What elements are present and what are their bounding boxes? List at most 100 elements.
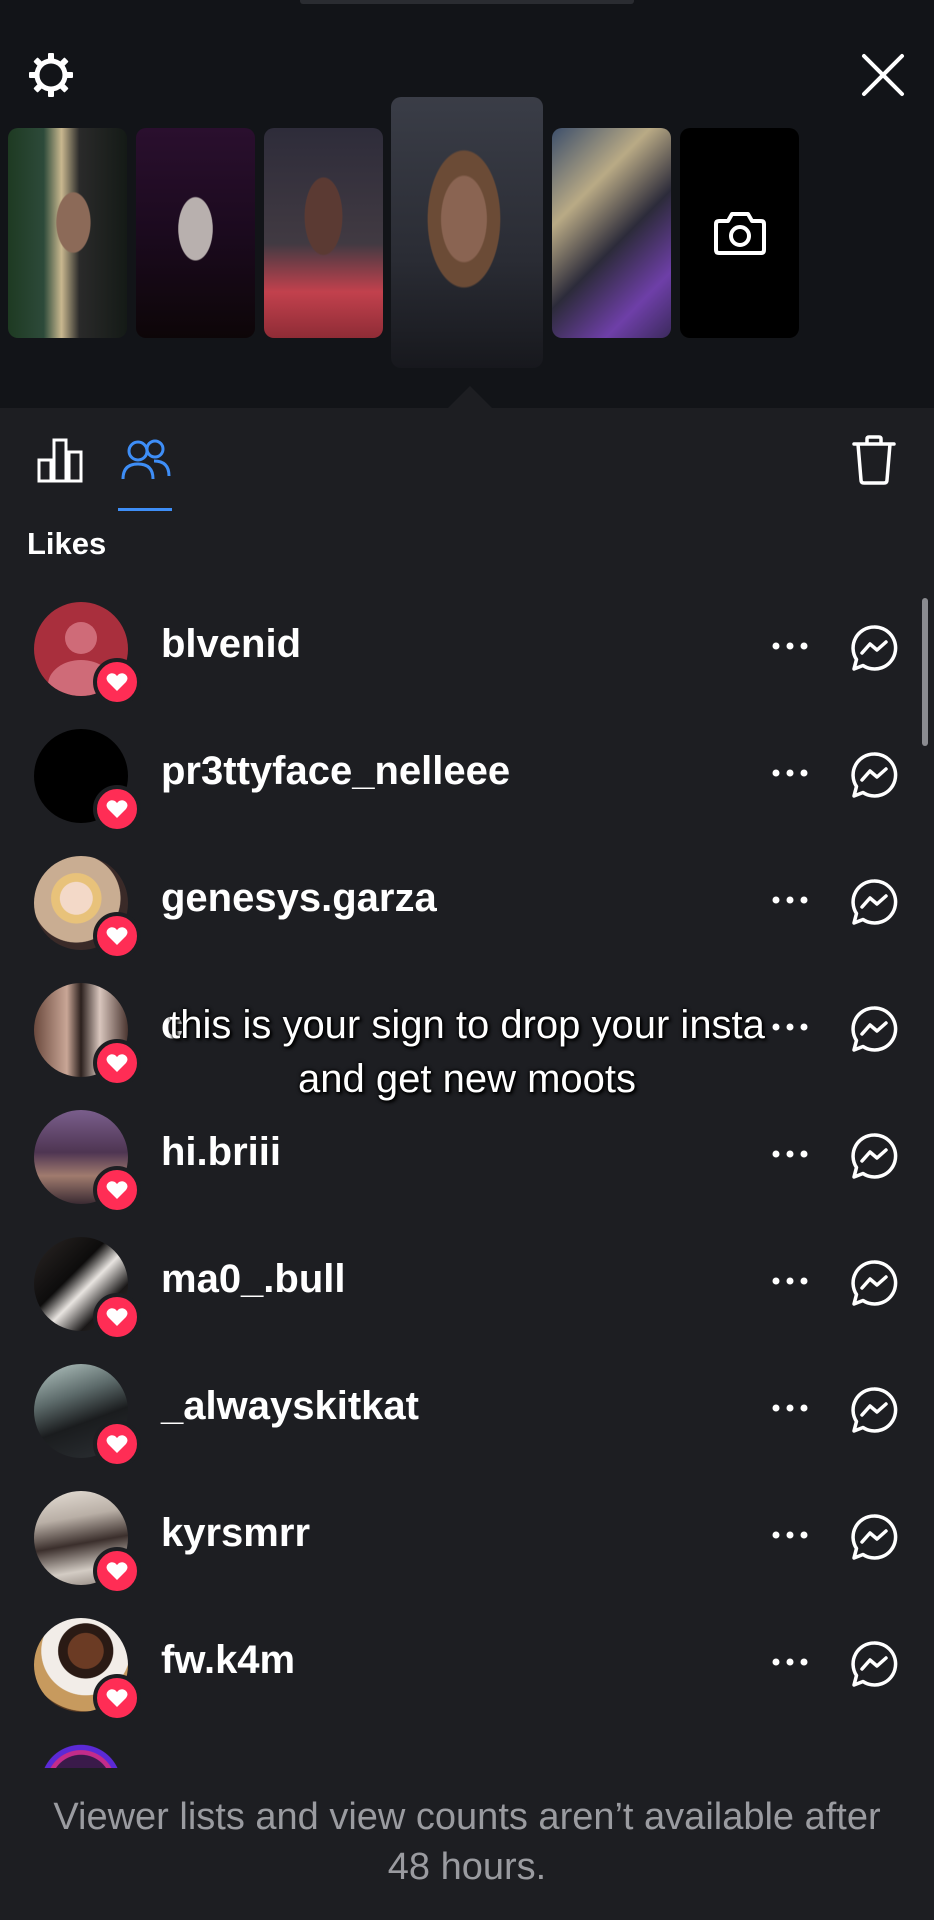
username[interactable]: blvenid bbox=[161, 620, 301, 668]
caption-overlay: this is your sign to drop your insta and… bbox=[169, 1003, 765, 1101]
story-thumbnail[interactable] bbox=[264, 128, 383, 338]
message-button[interactable] bbox=[848, 1511, 900, 1563]
heart-icon bbox=[106, 800, 128, 818]
heart-icon bbox=[106, 1689, 128, 1707]
username[interactable]: kyrsmrr bbox=[161, 1509, 310, 1557]
message-button[interactable] bbox=[848, 876, 900, 928]
messenger-icon bbox=[851, 1133, 898, 1179]
username[interactable]: hi.briii bbox=[161, 1128, 281, 1176]
message-button[interactable] bbox=[848, 749, 900, 801]
active-tab-indicator bbox=[118, 508, 172, 511]
heart-badge bbox=[93, 1293, 141, 1341]
story-viewers-screen: Likes blvenid pr3ttyface_nelleee genesys… bbox=[0, 0, 934, 1920]
viewer-list[interactable]: blvenid pr3ttyface_nelleee genesys.garza… bbox=[0, 582, 934, 1768]
more-dots-icon bbox=[772, 896, 808, 904]
story-thumbnail[interactable] bbox=[552, 128, 671, 338]
story-thumbnail-selected[interactable] bbox=[391, 97, 543, 368]
more-options-button[interactable] bbox=[764, 878, 816, 922]
heart-icon bbox=[106, 927, 128, 945]
message-button[interactable] bbox=[848, 1384, 900, 1436]
more-options-button[interactable] bbox=[764, 1132, 816, 1176]
tab-viewers[interactable] bbox=[116, 432, 176, 488]
settings-button[interactable] bbox=[22, 46, 80, 104]
list-item[interactable]: hi.briii bbox=[0, 1090, 934, 1217]
add-story-camera-button[interactable] bbox=[680, 128, 799, 338]
heart-badge bbox=[93, 785, 141, 833]
username[interactable]: ma0_.bull bbox=[161, 1255, 346, 1303]
heart-icon bbox=[106, 1562, 128, 1580]
more-dots-icon bbox=[772, 1277, 808, 1285]
delete-story-button[interactable] bbox=[846, 432, 902, 488]
avatar[interactable] bbox=[34, 729, 141, 833]
section-title: Likes bbox=[27, 526, 107, 561]
people-icon bbox=[121, 439, 171, 480]
more-options-button[interactable] bbox=[764, 1513, 816, 1557]
avatar bbox=[34, 1738, 128, 1768]
heart-badge bbox=[93, 1674, 141, 1722]
message-button[interactable] bbox=[848, 1638, 900, 1690]
avatar[interactable] bbox=[34, 1618, 141, 1722]
heart-badge bbox=[93, 658, 141, 706]
list-scrollbar[interactable] bbox=[922, 598, 928, 746]
messenger-icon bbox=[851, 879, 898, 925]
messenger-icon bbox=[851, 752, 898, 798]
avatar[interactable] bbox=[34, 856, 141, 960]
story-thumbnail[interactable] bbox=[8, 128, 127, 338]
username[interactable]: _alwayskitkat bbox=[161, 1382, 419, 1430]
messenger-icon bbox=[851, 1260, 898, 1306]
avatar[interactable] bbox=[34, 983, 141, 1087]
message-button[interactable] bbox=[848, 1003, 900, 1055]
avatar[interactable] bbox=[34, 1237, 141, 1341]
avatar[interactable] bbox=[34, 1491, 141, 1595]
more-dots-icon bbox=[772, 1404, 808, 1412]
message-button[interactable] bbox=[848, 1130, 900, 1182]
more-dots-icon bbox=[772, 642, 808, 650]
story-thumbnail[interactable] bbox=[136, 128, 255, 338]
gear-icon bbox=[29, 53, 73, 97]
more-dots-icon bbox=[772, 1531, 808, 1539]
list-item[interactable]: genesys.garza bbox=[0, 836, 934, 963]
tab-insights[interactable] bbox=[32, 432, 88, 488]
list-item[interactable]: ma0_.bull bbox=[0, 1217, 934, 1344]
messenger-icon bbox=[851, 1514, 898, 1560]
close-button[interactable] bbox=[854, 46, 912, 104]
drag-handle bbox=[300, 0, 634, 4]
footer-note: Viewer lists and view counts aren’t avai… bbox=[53, 1796, 881, 1888]
more-options-button[interactable] bbox=[764, 1259, 816, 1303]
heart-icon bbox=[106, 1054, 128, 1072]
list-item[interactable]: kyrsmrr bbox=[0, 1471, 934, 1598]
heart-badge bbox=[93, 1420, 141, 1468]
close-icon bbox=[862, 54, 904, 96]
message-button[interactable] bbox=[848, 622, 900, 674]
heart-badge bbox=[93, 1166, 141, 1214]
more-options-button[interactable] bbox=[764, 751, 816, 795]
trash-icon bbox=[852, 435, 896, 485]
more-options-button[interactable] bbox=[764, 624, 816, 668]
list-item[interactable]: pr3ttyface_nelleee bbox=[0, 709, 934, 836]
story-thumbnail-strip bbox=[0, 0, 934, 408]
more-dots-icon bbox=[772, 769, 808, 777]
avatar[interactable] bbox=[34, 602, 141, 706]
bar-chart-icon bbox=[37, 438, 83, 483]
list-item[interactable]: _alwayskitkat bbox=[0, 1344, 934, 1471]
username[interactable]: pr3ttyface_nelleee bbox=[161, 747, 510, 795]
heart-badge bbox=[93, 912, 141, 960]
selected-pointer bbox=[448, 386, 492, 408]
heart-icon bbox=[106, 1435, 128, 1453]
messenger-icon bbox=[851, 1006, 898, 1052]
heart-icon bbox=[106, 1181, 128, 1199]
more-options-button[interactable] bbox=[764, 1640, 816, 1684]
heart-badge bbox=[93, 1039, 141, 1087]
heart-icon bbox=[106, 673, 128, 691]
username[interactable]: genesys.garza bbox=[161, 874, 437, 922]
camera-icon bbox=[713, 212, 766, 255]
more-dots-icon bbox=[772, 1150, 808, 1158]
more-options-button[interactable] bbox=[764, 1386, 816, 1430]
username[interactable]: fw.k4m bbox=[161, 1636, 295, 1684]
heart-badge bbox=[93, 1547, 141, 1595]
avatar[interactable] bbox=[34, 1364, 141, 1468]
avatar[interactable] bbox=[34, 1110, 141, 1214]
list-item[interactable]: fw.k4m bbox=[0, 1598, 934, 1725]
list-item[interactable]: blvenid bbox=[0, 582, 934, 709]
message-button[interactable] bbox=[848, 1257, 900, 1309]
